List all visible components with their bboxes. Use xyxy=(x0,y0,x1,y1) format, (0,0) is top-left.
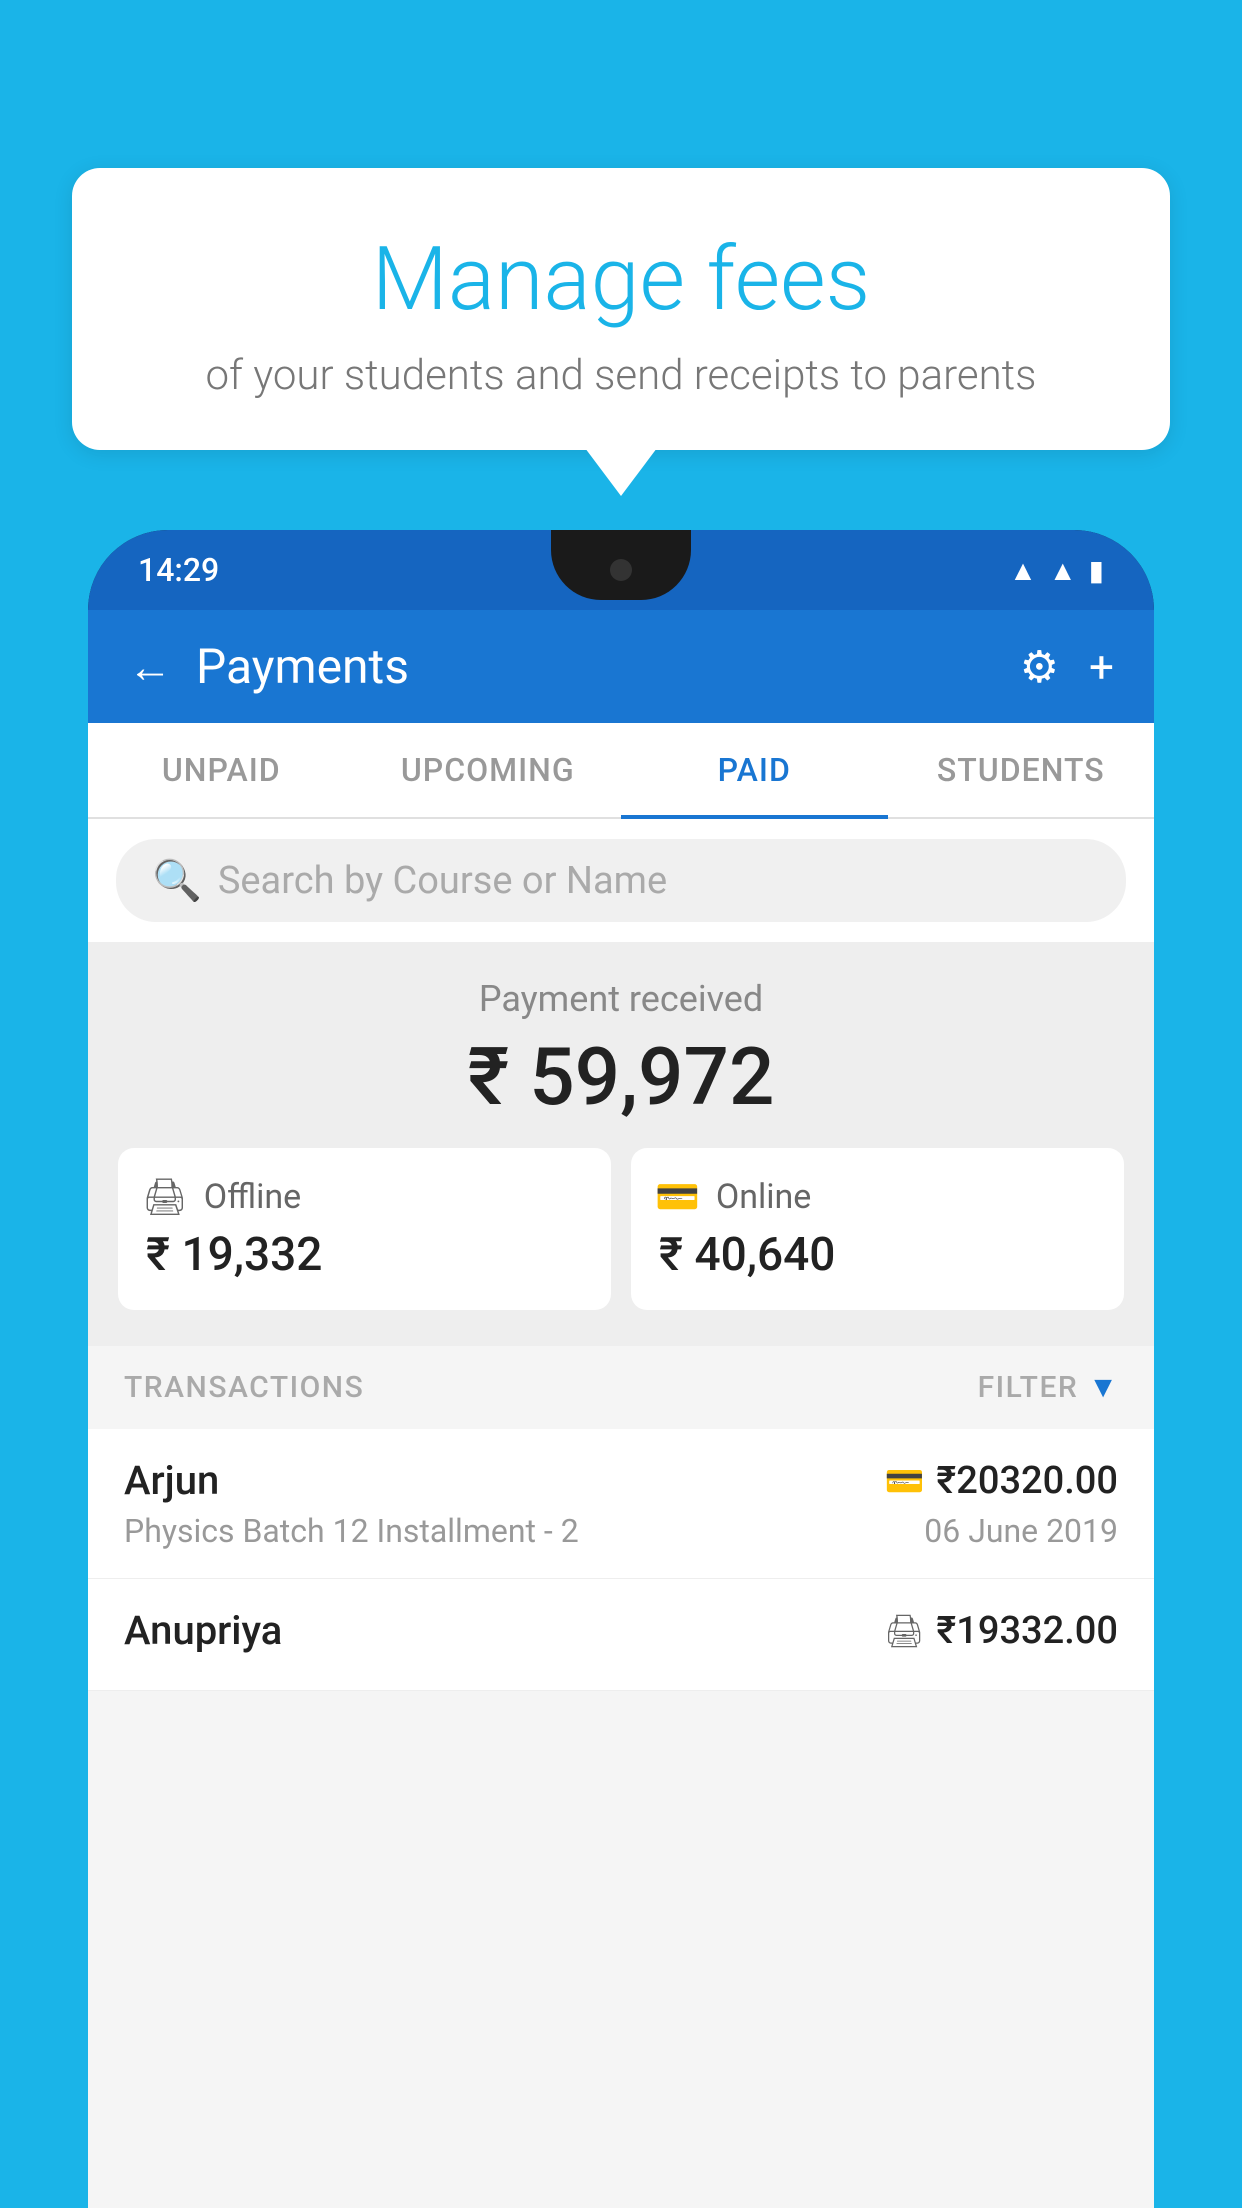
transaction-amount-row: 💳 ₹20320.00 xyxy=(885,1459,1118,1503)
status-icons: ▲ ▲ ▮ xyxy=(1009,554,1104,587)
transaction-top: Arjun 💳 ₹20320.00 xyxy=(124,1457,1118,1504)
card-payment-icon: 💳 xyxy=(885,1462,925,1500)
speech-bubble-subtitle: of your students and send receipts to pa… xyxy=(112,351,1130,400)
transactions-header: TRANSACTIONS FILTER ▼ xyxy=(88,1346,1154,1429)
transaction-description: Physics Batch 12 Installment - 2 xyxy=(124,1512,579,1550)
payment-received-label: Payment received xyxy=(108,978,1134,1020)
transaction-amount-row-2: 🖨 ₹19332.00 xyxy=(884,1609,1118,1653)
tab-upcoming[interactable]: UPCOMING xyxy=(355,723,622,817)
search-icon: 🔍 xyxy=(152,857,202,904)
transaction-date: 06 June 2019 xyxy=(924,1512,1118,1550)
tab-unpaid[interactable]: UNPAID xyxy=(88,723,355,817)
speech-bubble: Manage fees of your students and send re… xyxy=(72,168,1170,450)
tabs-bar: UNPAID UPCOMING PAID STUDENTS xyxy=(88,723,1154,819)
offline-icon: 🖨 xyxy=(142,1176,188,1218)
payment-summary: Payment received ₹ 59,972 🖨 Offline ₹ 19… xyxy=(88,942,1154,1346)
transaction-bottom: Physics Batch 12 Installment - 2 06 June… xyxy=(124,1512,1118,1550)
search-bar[interactable]: 🔍 Search by Course or Name xyxy=(116,839,1126,922)
back-button[interactable]: ← xyxy=(128,641,172,693)
transactions-label: TRANSACTIONS xyxy=(124,1370,364,1405)
offline-label: Offline xyxy=(204,1177,301,1217)
status-bar: 14:29 ▲ ▲ ▮ xyxy=(88,530,1154,610)
camera xyxy=(610,559,632,581)
search-bar-container: 🔍 Search by Course or Name xyxy=(88,819,1154,942)
tab-paid[interactable]: PAID xyxy=(621,723,888,817)
page-title: Payments xyxy=(196,638,409,695)
wifi-icon: ▲ xyxy=(1009,554,1037,587)
transaction-row-anupriya[interactable]: Anupriya 🖨 ₹19332.00 xyxy=(88,1579,1154,1691)
app-header: ← Payments ⚙ + xyxy=(88,610,1154,723)
signal-icon: ▲ xyxy=(1049,554,1077,587)
payment-total-amount: ₹ 59,972 xyxy=(108,1030,1134,1124)
transaction-amount: ₹20320.00 xyxy=(936,1459,1118,1503)
transaction-top-2: Anupriya 🖨 ₹19332.00 xyxy=(124,1607,1118,1654)
header-left: ← Payments xyxy=(128,638,409,695)
payment-cards: 🖨 Offline ₹ 19,332 💳 Online ₹ 40,640 xyxy=(118,1148,1124,1310)
filter-container[interactable]: FILTER ▼ xyxy=(978,1370,1118,1405)
offline-card-header: 🖨 Offline xyxy=(142,1176,587,1218)
transaction-name-2: Anupriya xyxy=(124,1607,282,1654)
filter-icon: ▼ xyxy=(1088,1370,1118,1405)
header-right: ⚙ + xyxy=(1020,641,1114,693)
phone-notch xyxy=(551,530,691,600)
transaction-name: Arjun xyxy=(124,1457,219,1504)
transaction-row-arjun[interactable]: Arjun 💳 ₹20320.00 Physics Batch 12 Insta… xyxy=(88,1429,1154,1579)
transaction-amount-2: ₹19332.00 xyxy=(936,1609,1118,1653)
speech-bubble-title: Manage fees xyxy=(112,228,1130,331)
offline-amount: ₹ 19,332 xyxy=(146,1228,587,1282)
add-icon[interactable]: + xyxy=(1089,641,1114,693)
battery-icon: ▮ xyxy=(1089,554,1104,587)
app-background: Manage fees of your students and send re… xyxy=(0,0,1242,2208)
status-time: 14:29 xyxy=(138,551,219,589)
online-icon: 💳 xyxy=(655,1176,700,1218)
settings-icon[interactable]: ⚙ xyxy=(1020,641,1059,693)
cash-payment-icon: 🖨 xyxy=(884,1612,925,1650)
online-amount: ₹ 40,640 xyxy=(659,1228,1100,1282)
online-card-header: 💳 Online xyxy=(655,1176,1100,1218)
tab-students[interactable]: STUDENTS xyxy=(888,723,1155,817)
phone-frame: 14:29 ▲ ▲ ▮ ← Payments ⚙ + xyxy=(88,530,1154,2208)
app-content: ← Payments ⚙ + UNPAID UPCOMING PAID xyxy=(88,610,1154,2208)
online-payment-card: 💳 Online ₹ 40,640 xyxy=(631,1148,1124,1310)
filter-label: FILTER xyxy=(978,1370,1079,1405)
search-input[interactable]: Search by Course or Name xyxy=(218,859,667,903)
online-label: Online xyxy=(716,1177,812,1217)
offline-payment-card: 🖨 Offline ₹ 19,332 xyxy=(118,1148,611,1310)
